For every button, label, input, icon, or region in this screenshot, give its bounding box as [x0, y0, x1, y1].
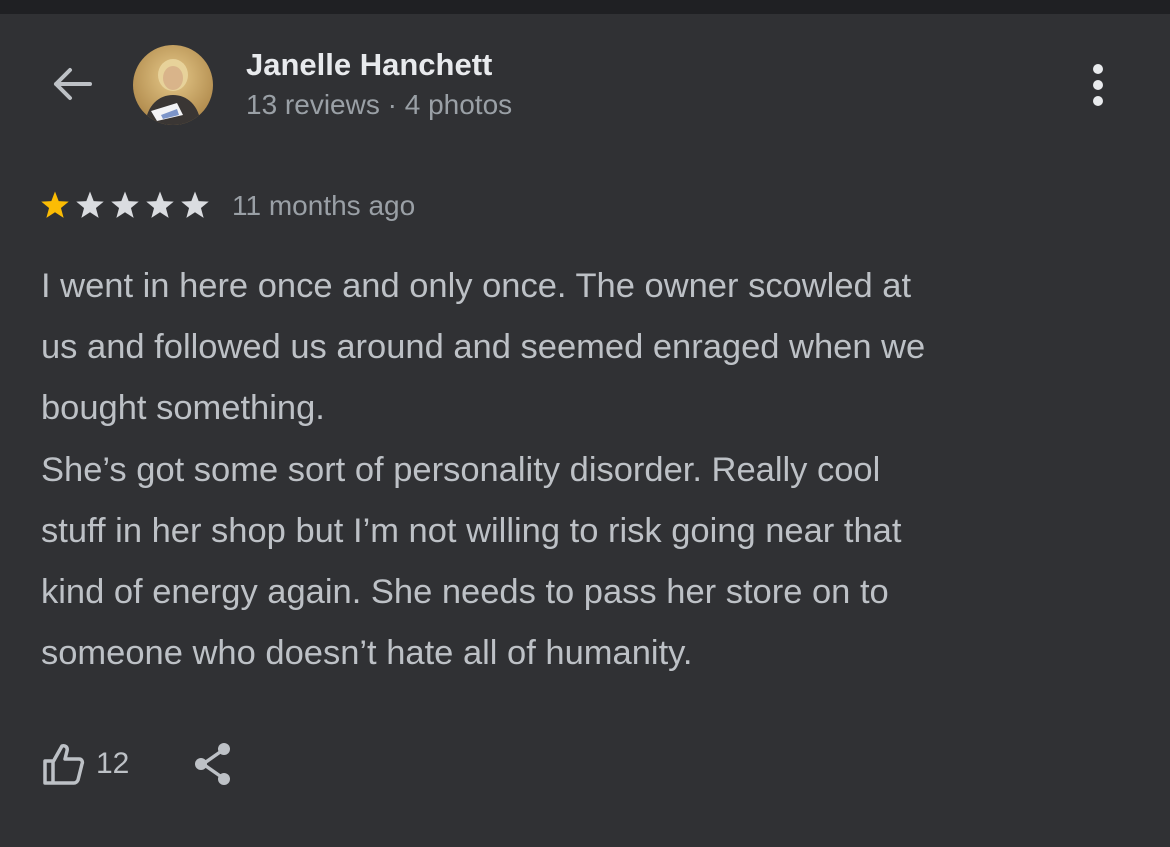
more-vert-icon: [1093, 64, 1103, 106]
star-filled-icon: [41, 191, 69, 218]
share-icon: [195, 743, 231, 785]
review-actions: 12: [40, 734, 235, 794]
avatar-photo: [133, 45, 213, 125]
rating-row: 11 months ago: [38, 184, 415, 228]
avatar[interactable]: [133, 45, 213, 125]
like-button[interactable]: 12: [40, 741, 129, 787]
arrow-back-icon: [54, 68, 92, 100]
back-button[interactable]: [44, 56, 100, 112]
author-meta: 13 reviews · 4 photos: [246, 89, 513, 120]
like-count: 12: [96, 747, 130, 780]
review-text: I went in here once and only once. The o…: [41, 267, 926, 673]
review-date: 11 months ago: [232, 190, 416, 221]
star-empty-icon: [76, 191, 104, 218]
share-button[interactable]: [191, 741, 235, 787]
star-empty-icon: [146, 191, 174, 218]
more-options-button[interactable]: [1078, 60, 1118, 110]
star-rating: [38, 189, 212, 223]
star-empty-icon: [181, 191, 209, 218]
star-empty-icon: [111, 191, 139, 218]
thumb-up-icon: [43, 744, 85, 785]
status-bar-strip: [0, 0, 1170, 14]
author-name[interactable]: Janelle Hanchett: [246, 47, 492, 83]
